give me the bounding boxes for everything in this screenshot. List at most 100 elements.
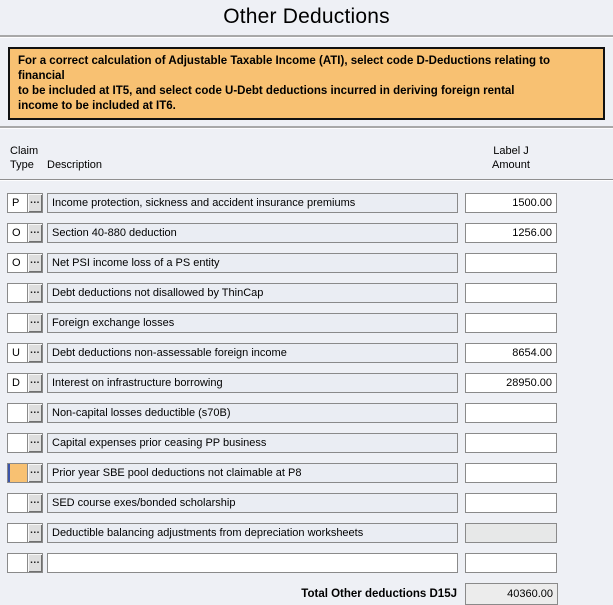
claim-type-input[interactable]: [8, 524, 27, 542]
claim-type-control: ...: [7, 463, 43, 483]
amount-field[interactable]: [465, 313, 557, 333]
amount-field[interactable]: [465, 553, 557, 573]
amount-field[interactable]: 8654.00: [465, 343, 557, 363]
claim-type-input[interactable]: O: [8, 254, 27, 272]
claim-type-input[interactable]: [8, 434, 27, 452]
claim-type-picker-button[interactable]: ...: [27, 404, 42, 422]
claim-type-input[interactable]: P: [8, 194, 27, 212]
claim-type-control: P ...: [7, 193, 43, 213]
amount-field[interactable]: 1500.00: [465, 193, 557, 213]
ellipsis-icon: ...: [30, 469, 40, 478]
claim-header-line1: Claim: [10, 144, 47, 158]
claim-type-picker-button[interactable]: ...: [27, 194, 42, 212]
claim-type-input[interactable]: [8, 284, 27, 302]
ellipsis-icon: ...: [30, 349, 40, 358]
description-field[interactable]: Section 40-880 deduction: [47, 223, 458, 243]
claim-type-control: D ...: [7, 373, 43, 393]
ellipsis-icon: ...: [30, 529, 40, 538]
claim-type-picker-button[interactable]: ...: [27, 464, 42, 482]
claim-type-input[interactable]: [8, 314, 27, 332]
amount-field[interactable]: [465, 403, 557, 423]
ellipsis-icon: ...: [30, 289, 40, 298]
claim-type-picker-button[interactable]: ...: [27, 284, 42, 302]
claim-type-picker-button[interactable]: ...: [27, 494, 42, 512]
claim-type-control: ...: [7, 403, 43, 423]
claim-type-picker-button[interactable]: ...: [27, 374, 42, 392]
deduction-row: O ... Net PSI income loss of a PS entity: [0, 253, 613, 273]
claim-type-input[interactable]: [8, 494, 27, 512]
divider: [0, 179, 613, 180]
description-field[interactable]: Prior year SBE pool deductions not claim…: [47, 463, 458, 483]
ellipsis-icon: ...: [30, 409, 40, 418]
claim-type-input[interactable]: [8, 464, 27, 482]
amount-field[interactable]: 28950.00: [465, 373, 557, 393]
description-field[interactable]: Deductible balancing adjustments from de…: [47, 523, 458, 543]
description-field[interactable]: Income protection, sickness and accident…: [47, 193, 458, 213]
description-field[interactable]: Net PSI income loss of a PS entity: [47, 253, 458, 273]
claim-type-input[interactable]: D: [8, 374, 27, 392]
total-row: Total Other deductions D15J 40360.00: [0, 583, 613, 605]
notice-line: For a correct calculation of Adjustable …: [18, 54, 595, 84]
claim-type-picker-button[interactable]: ...: [27, 524, 42, 542]
claim-type-picker-button[interactable]: ...: [27, 434, 42, 452]
ellipsis-icon: ...: [30, 319, 40, 328]
amount-field[interactable]: [465, 283, 557, 303]
claim-type-picker-button[interactable]: ...: [27, 344, 42, 362]
claim-type-control: ...: [7, 313, 43, 333]
description-field[interactable]: [47, 553, 458, 573]
divider: [0, 126, 613, 128]
claim-type-input[interactable]: [8, 404, 27, 422]
deduction-row: ... Prior year SBE pool deductions not c…: [0, 463, 613, 483]
amount-header-line2: Amount: [465, 158, 557, 172]
claim-type-input[interactable]: U: [8, 344, 27, 362]
deduction-row: O ... Section 40-880 deduction 1256.00: [0, 223, 613, 243]
ellipsis-icon: ...: [30, 229, 40, 238]
ellipsis-icon: ...: [30, 559, 40, 568]
amount-field[interactable]: [465, 463, 557, 483]
amount-header-line1: Label J: [465, 144, 557, 158]
deduction-rows: P ... Income protection, sickness and ac…: [0, 193, 613, 573]
notice-line: to be included at IT5, and select code U…: [18, 84, 595, 99]
description-field[interactable]: Interest on infrastructure borrowing: [47, 373, 458, 393]
claim-type-picker-button[interactable]: ...: [27, 554, 42, 572]
claim-type-picker-button[interactable]: ...: [27, 224, 42, 242]
ellipsis-icon: ...: [30, 379, 40, 388]
claim-type-column-header: Claim Type: [10, 144, 47, 172]
claim-type-control: ...: [7, 553, 43, 573]
description-field[interactable]: Foreign exchange losses: [47, 313, 458, 333]
amount-field[interactable]: [465, 253, 557, 273]
claim-type-input[interactable]: O: [8, 224, 27, 242]
description-column-header: Description: [47, 158, 465, 172]
amount-column-header: Label J Amount: [465, 144, 557, 172]
description-field[interactable]: Debt deductions not disallowed by ThinCa…: [47, 283, 458, 303]
description-field[interactable]: Non-capital losses deductible (s70B): [47, 403, 458, 423]
claim-type-control: ...: [7, 433, 43, 453]
description-field[interactable]: SED course exes/bonded scholarship: [47, 493, 458, 513]
amount-field[interactable]: 1256.00: [465, 223, 557, 243]
claim-type-picker-button[interactable]: ...: [27, 314, 42, 332]
claim-type-control: ...: [7, 523, 43, 543]
total-label: Total Other deductions D15J: [7, 588, 457, 600]
column-headers: Claim Type Description Label J Amount: [0, 144, 613, 172]
deduction-row: ... Foreign exchange losses: [0, 313, 613, 333]
divider: [0, 35, 613, 37]
description-field[interactable]: Debt deductions non-assessable foreign i…: [47, 343, 458, 363]
claim-type-picker-button[interactable]: ...: [27, 254, 42, 272]
deduction-row: ... Debt deductions not disallowed by Th…: [0, 283, 613, 303]
ellipsis-icon: ...: [30, 259, 40, 268]
amount-field[interactable]: [465, 433, 557, 453]
claim-type-control: ...: [7, 493, 43, 513]
deduction-row: U ... Debt deductions non-assessable for…: [0, 343, 613, 363]
total-amount-field: 40360.00: [465, 583, 558, 605]
deduction-row: ... SED course exes/bonded scholarship: [0, 493, 613, 513]
claim-type-input[interactable]: [8, 554, 27, 572]
deduction-row: ... Deductible balancing adjustments fro…: [0, 523, 613, 543]
amount-field[interactable]: [465, 493, 557, 513]
deduction-row: ...: [0, 553, 613, 573]
deduction-row: P ... Income protection, sickness and ac…: [0, 193, 613, 213]
description-field[interactable]: Capital expenses prior ceasing PP busine…: [47, 433, 458, 453]
ellipsis-icon: ...: [30, 199, 40, 208]
claim-type-control: U ...: [7, 343, 43, 363]
claim-header-line2: Type: [10, 158, 47, 172]
claim-type-control: O ...: [7, 223, 43, 243]
